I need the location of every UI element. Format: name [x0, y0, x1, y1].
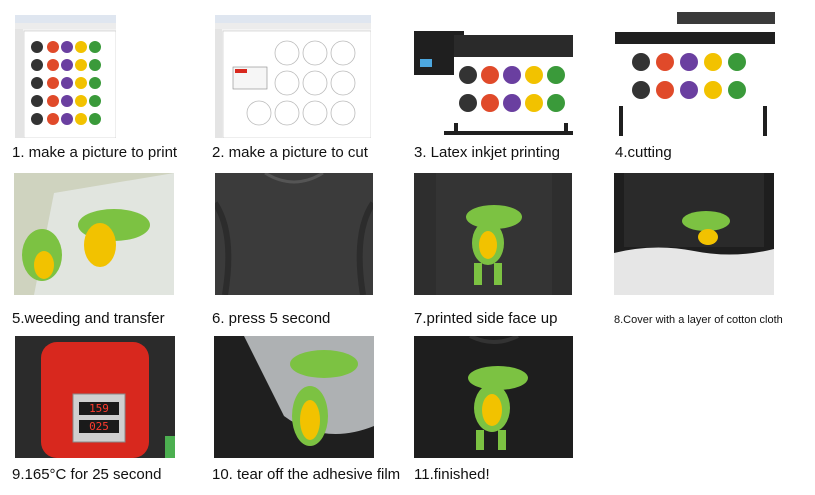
step-10-caption: 10. tear off the adhesive film: [212, 466, 401, 483]
step-8-caption: 8.Cover with a layer of cotton cloth: [614, 311, 783, 329]
step-9-caption: 9.165°C for 25 second: [12, 466, 162, 483]
step-4-image: [615, 12, 775, 137]
heat-press-display-bottom: 025: [89, 420, 109, 433]
step-4-caption: 4.cutting: [615, 144, 672, 161]
step-3-caption: 3. Latex inkjet printing: [414, 144, 560, 161]
step-10-image: [214, 336, 374, 458]
step-3-image: [414, 31, 573, 135]
step-5-caption: 5.weeding and transfer: [12, 310, 165, 327]
step-2-caption: 2. make a picture to cut: [212, 144, 368, 161]
step-1-caption: 1. make a picture to print: [12, 144, 178, 161]
step-2-image: [215, 15, 371, 138]
step-8-image: [614, 173, 774, 295]
step-6-image: [215, 173, 373, 295]
step-7-image: [414, 173, 572, 295]
step-11-image: [414, 336, 573, 458]
step-6-caption: 6. press 5 second: [212, 310, 331, 327]
step-8-caption-text: 8.Cover with a layer of cotton cloth: [614, 314, 783, 326]
step-11-caption: 11.finished!: [414, 466, 490, 483]
heat-press-display-top: 159: [89, 402, 109, 415]
step-9-image: 159 025: [15, 336, 175, 458]
step-1-image: [15, 15, 116, 138]
step-7-caption: 7.printed side face up: [414, 310, 558, 327]
step-5-image: [14, 173, 174, 295]
